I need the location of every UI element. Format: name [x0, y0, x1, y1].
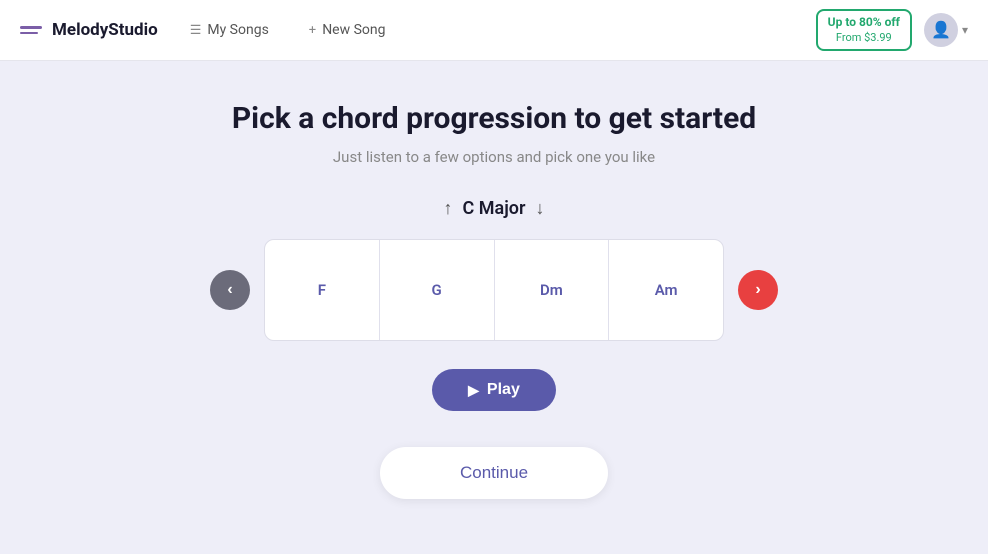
- user-dropdown[interactable]: 👤 ▾: [924, 13, 968, 47]
- plus-icon: +: [309, 23, 316, 38]
- logo-text: MelodyStudio: [52, 20, 158, 40]
- logo-area: MelodyStudio: [20, 20, 158, 40]
- header: MelodyStudio ☰ My Songs + New Song Up to…: [0, 0, 988, 61]
- chord-container: ‹ F G Dm Am ›: [210, 239, 778, 341]
- logo-icon: [20, 26, 42, 34]
- main-content: Pick a chord progression to get started …: [0, 61, 988, 554]
- chevron-down-icon: ▾: [962, 23, 968, 37]
- nav-my-songs-label: My Songs: [207, 22, 268, 38]
- chord-cell-0[interactable]: F: [265, 240, 380, 340]
- page-subtitle: Just listen to a few options and pick on…: [333, 148, 655, 166]
- nav-new-song-label: New Song: [322, 22, 385, 38]
- chord-grid: F G Dm Am: [264, 239, 724, 341]
- list-icon: ☰: [190, 23, 202, 38]
- chord-label-2: Dm: [540, 281, 563, 299]
- header-right: Up to 80% off From $3.99 👤 ▾: [816, 9, 968, 51]
- next-chord-button[interactable]: ›: [738, 270, 778, 310]
- chord-label-0: F: [318, 281, 326, 299]
- continue-button[interactable]: Continue: [380, 447, 608, 499]
- key-up-arrow[interactable]: ↑: [444, 198, 453, 219]
- promo-top-text: Up to 80% off: [828, 15, 900, 31]
- nav-new-song[interactable]: + New Song: [301, 18, 394, 42]
- play-button-label: Play: [487, 381, 520, 399]
- chord-cell-2[interactable]: Dm: [495, 240, 610, 340]
- play-icon: ▶: [468, 382, 479, 399]
- key-down-arrow[interactable]: ↓: [535, 198, 544, 219]
- chord-label-3: Am: [655, 281, 678, 299]
- chord-label-1: G: [432, 281, 442, 299]
- promo-bottom-text: From $3.99: [828, 31, 900, 45]
- nav-my-songs[interactable]: ☰ My Songs: [182, 18, 277, 42]
- play-button[interactable]: ▶ Play: [432, 369, 556, 411]
- prev-chord-button[interactable]: ‹: [210, 270, 250, 310]
- chord-cell-1[interactable]: G: [380, 240, 495, 340]
- key-label: C Major: [463, 198, 526, 219]
- avatar[interactable]: 👤: [924, 13, 958, 47]
- chord-cell-3[interactable]: Am: [609, 240, 723, 340]
- promo-badge[interactable]: Up to 80% off From $3.99: [816, 9, 912, 51]
- page-title: Pick a chord progression to get started: [232, 101, 756, 136]
- continue-button-label: Continue: [460, 463, 528, 482]
- key-selector: ↑ C Major ↓: [444, 198, 545, 219]
- header-left: MelodyStudio ☰ My Songs + New Song: [20, 18, 393, 42]
